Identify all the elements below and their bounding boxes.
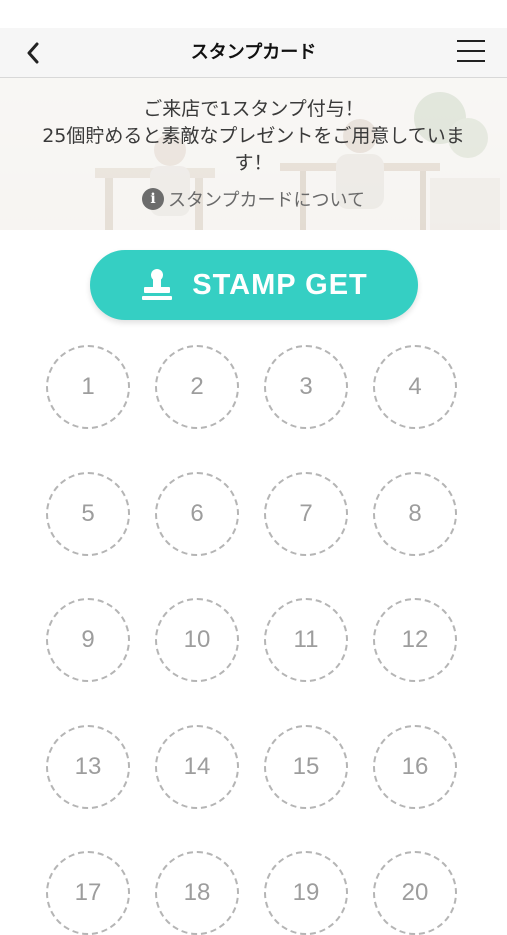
stamp-slot: 20 [373,851,457,935]
stamp-slot: 17 [46,851,130,935]
stamp-slot: 3 [264,345,348,429]
stamp-slot: 4 [373,345,457,429]
banner-line-2: 25個貯めると素敵なプレゼントをご用意していま [42,125,465,147]
stamp-slot: 7 [264,472,348,556]
stamp-slot: 2 [155,345,239,429]
stamp-slot: 15 [264,725,348,809]
status-bar [0,0,507,28]
nav-bar: スタンプカード [0,28,507,78]
banner-line-3: す！ [234,152,273,174]
about-stamp-card-link[interactable]: i スタンプカードについて [0,186,507,212]
stamp-slot: 8 [373,472,457,556]
banner-description: ご来店で1スタンプ付与！ 25個貯めると素敵なプレゼントをご用意していま す！ [12,96,495,177]
hamburger-menu-icon[interactable] [457,40,485,66]
stamp-slot: 10 [155,598,239,682]
stamp-slot: 5 [46,472,130,556]
stamp-get-label: STAMP GET [192,268,368,301]
stamp-slot: 14 [155,725,239,809]
info-icon: i [142,188,165,210]
stamp-slot: 16 [373,725,457,809]
stamp-icon [142,269,173,300]
banner-line-1: ご来店で1スタンプ付与！ [143,98,364,120]
stamp-slot: 13 [46,725,130,809]
stamp-slot: 12 [373,598,457,682]
stamp-slot: 6 [155,472,239,556]
stamp-slot: 19 [264,851,348,935]
stamp-slot: 9 [46,598,130,682]
about-stamp-card-label: スタンプカードについて [168,190,365,211]
stamp-slot: 11 [264,598,348,682]
stamp-slot: 18 [155,851,239,935]
page-title: スタンプカード [190,42,317,63]
stamp-slot: 1 [46,345,130,429]
stamp-get-button[interactable]: STAMP GET [90,250,418,320]
